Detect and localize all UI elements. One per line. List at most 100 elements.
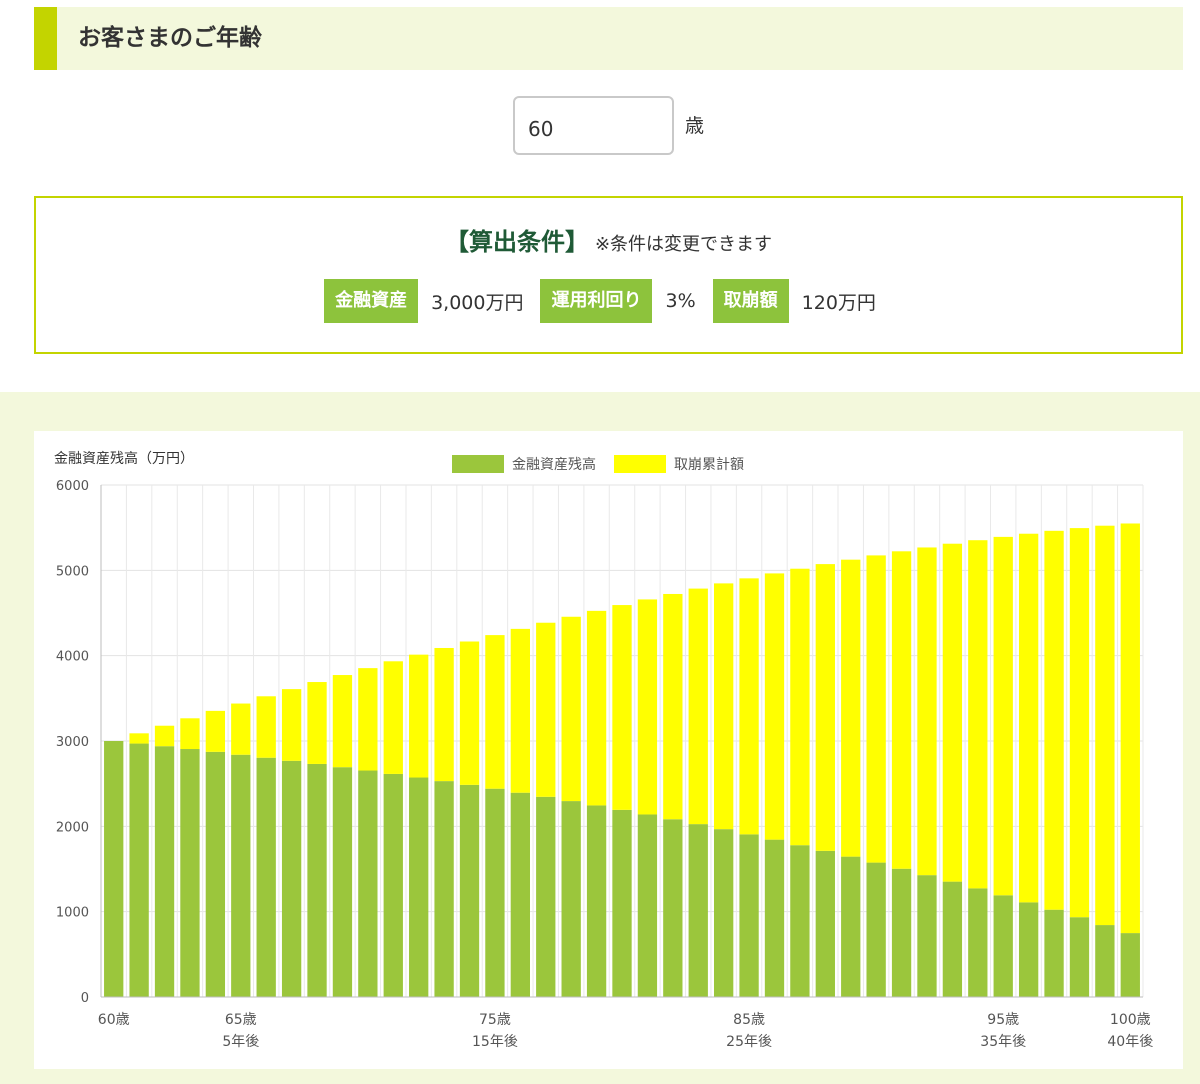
bar-balance [205,751,226,997]
bar-withdrawn [307,682,327,764]
bar-withdrawn [180,718,200,750]
bar-balance [790,845,810,997]
bar-withdrawn [1095,525,1115,926]
x-tick-label: 60歳 [98,1012,130,1028]
bar-balance [714,829,734,997]
bar-balance [866,862,886,997]
bar-withdrawn [231,703,251,755]
x-tick-label: 100歳 [1110,1012,1151,1028]
x-tick-label: 35年後 [980,1034,1026,1050]
bar-balance [281,760,302,997]
bar-balance [1095,925,1115,997]
bar-withdrawn [993,536,1013,896]
bar-withdrawn [205,710,226,752]
bar-withdrawn [485,635,505,789]
bar-withdrawn [1018,533,1039,903]
bar-withdrawn [637,599,658,815]
condition-value-withdrawal: 120万円 [801,291,876,314]
x-tick-label: 40年後 [1107,1034,1153,1050]
bar-withdrawn [281,689,302,761]
y-tick-label: 5000 [56,564,89,579]
x-tick-label: 5年後 [222,1034,259,1050]
bar-withdrawn [866,555,886,863]
bar-withdrawn [663,593,683,820]
bar-balance [968,888,988,997]
bar-withdrawn [612,605,632,810]
bar-withdrawn [1044,530,1064,910]
condition-label-withdrawal[interactable]: 取崩額 [712,279,789,323]
bar-withdrawn [332,675,353,768]
bar-withdrawn [688,588,708,825]
bar-balance [434,781,454,997]
bar-withdrawn [510,628,530,793]
bar-balance [841,856,861,997]
bar-withdrawn [459,641,480,785]
bar-balance [180,749,200,997]
bar-balance [637,814,658,997]
conditions-note: ※条件は変更できます [594,234,773,255]
bar-balance [358,770,378,997]
bar-withdrawn [1069,528,1090,918]
conditions-items: 金融資産 3,000万円 運用利回り 3% 取崩額 120万円 [36,278,1181,324]
bar-balance [993,895,1013,997]
age-unit-label: 歳 [685,115,705,137]
bar-balance [1120,933,1140,997]
bar-withdrawn [891,551,912,869]
bar-balance [1018,902,1039,997]
conditions-panel: 【算出条件】 ※条件は変更できます 金融資産 3,000万円 運用利回り 3% 取… [34,196,1183,354]
x-tick-label: 75歳 [479,1012,511,1028]
y-tick-label: 4000 [56,650,89,665]
bar-balance [104,741,124,997]
bar-balance [612,809,632,997]
x-tick-label: 25年後 [726,1034,772,1050]
bar-withdrawn [764,573,785,840]
bar-withdrawn [129,733,149,744]
bar-balance [510,792,530,997]
legend-swatch [452,455,504,473]
age-input[interactable] [513,96,674,155]
bar-withdrawn [790,568,810,846]
bar-withdrawn [536,622,556,797]
bar-withdrawn [917,547,937,876]
condition-label-yield[interactable]: 運用利回り [540,279,653,323]
bar-balance [815,850,835,997]
legend-label: 金融資産残高 [512,456,596,473]
bar-balance [942,881,963,997]
y-tick-label: 3000 [56,735,89,750]
bar-balance [586,805,607,997]
bar-balance [154,746,175,997]
x-tick-label: 85歳 [733,1012,765,1028]
chart-card: 金融資産残高（万円） 0 1000 2000 3000 4000 5000 6000 60歳 65… [34,431,1183,1069]
bar-balance [764,839,785,997]
bar-withdrawn [1120,523,1140,934]
condition-value-yield: 3% [665,290,696,312]
y-axis-label: 金融資産残高（万円） [54,450,194,467]
y-tick-label: 1000 [56,906,89,921]
header-accent-bar [34,7,57,70]
bar-balance [663,819,683,997]
bar-balance [409,777,429,997]
chart-section: 金融資産残高（万円） 0 1000 2000 3000 4000 5000 6000 60歳 65… [0,392,1200,1084]
asset-balance-chart: 金融資産残高（万円） 0 1000 2000 3000 4000 5000 6000 60歳 65… [54,450,1153,1050]
bar-balance [739,834,759,997]
legend-label: 取崩累計額 [674,457,744,473]
bar-withdrawn [714,583,734,830]
bar-balance [485,788,505,997]
bar-withdrawn [586,610,607,806]
bar-withdrawn [358,668,378,771]
condition-value-assets: 3,000万円 [431,291,524,314]
bar-withdrawn [942,543,963,882]
bar-balance [129,743,149,997]
bar-balance [307,763,327,997]
bar-balance [536,796,556,997]
bar-balance [917,875,937,997]
bar-balance [332,767,353,997]
bar-withdrawn [739,578,759,835]
legend-swatch [614,455,666,473]
bar-balance [459,784,480,997]
bar-balance [1069,917,1090,997]
bar-withdrawn [841,559,861,857]
y-tick-label: 2000 [56,820,89,835]
condition-label-assets[interactable]: 金融資産 [324,279,419,323]
bar-balance [1044,909,1064,997]
